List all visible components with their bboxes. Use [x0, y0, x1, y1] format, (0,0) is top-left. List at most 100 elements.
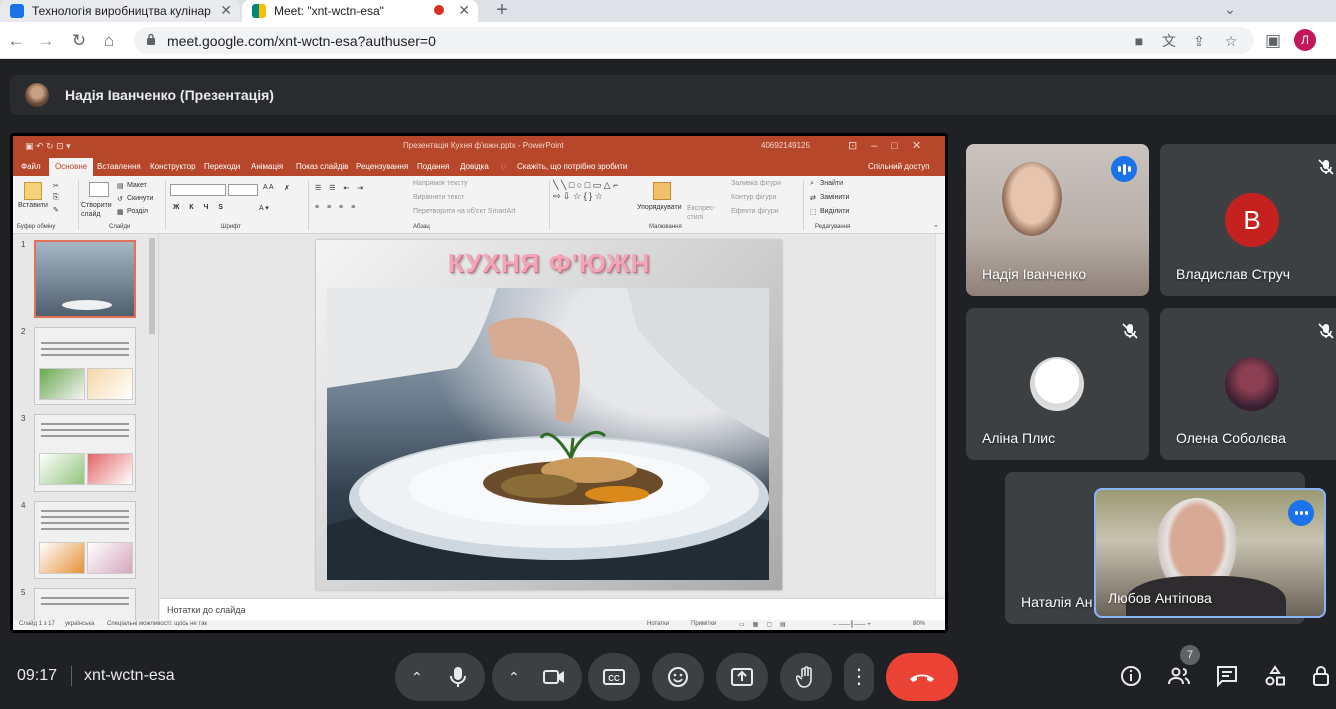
- participant-tile-1[interactable]: Надія Іванченко: [966, 144, 1149, 296]
- convert-smartart-button[interactable]: Перетворити на об'єкт SmartArt: [413, 208, 516, 215]
- leave-call-button[interactable]: [886, 653, 958, 701]
- quick-styles-button[interactable]: Експрес-стилі: [687, 204, 717, 222]
- zoom-level[interactable]: 80%: [913, 621, 925, 627]
- section-button[interactable]: Розділ: [127, 208, 148, 215]
- slide-thumbnail-3[interactable]: [34, 414, 136, 492]
- captions-button[interactable]: CC: [588, 653, 640, 701]
- home-icon[interactable]: ⌂: [98, 30, 120, 52]
- quick-access-toolbar-icon[interactable]: ▣ ↶ ↻ ⊡ ▾: [25, 141, 71, 152]
- new-slide-icon[interactable]: [89, 182, 109, 197]
- tell-me-search[interactable]: Скажіть, що потрібно зробити: [517, 162, 627, 171]
- language-indicator[interactable]: українська: [65, 621, 95, 627]
- meeting-info-icon[interactable]: [1119, 664, 1143, 688]
- translate-icon[interactable]: 文: [1160, 32, 1178, 50]
- bookmark-star-icon[interactable]: ☆: [1222, 32, 1240, 50]
- font-color-icon[interactable]: A ▾: [259, 204, 269, 212]
- arrange-icon[interactable]: [653, 182, 671, 200]
- comments-toggle[interactable]: Примітки: [691, 621, 716, 627]
- paste-clipboard-icon[interactable]: [24, 182, 42, 200]
- menu-home[interactable]: Основне: [49, 158, 94, 176]
- find-button[interactable]: Знайти: [820, 180, 843, 187]
- activities-icon[interactable]: [1263, 664, 1287, 688]
- chat-icon[interactable]: [1215, 664, 1239, 688]
- tab-search-chevron-icon[interactable]: ⌄: [1218, 0, 1242, 20]
- address-bar[interactable]: meet.google.com/xnt-wctn-esa?authuser=0 …: [134, 27, 1254, 54]
- host-controls-lock-icon[interactable]: [1311, 664, 1333, 688]
- accessibility-indicator[interactable]: Спеціальні можливості: щось не так: [107, 621, 207, 627]
- forward-arrow-icon[interactable]: →: [35, 30, 57, 52]
- close-tab-icon[interactable]: ✕: [220, 2, 232, 19]
- cut-icon[interactable]: ✂: [53, 182, 59, 190]
- browser-tab-2[interactable]: Meet: "xnt-wctn-esa" ✕: [242, 0, 478, 22]
- new-tab-button[interactable]: +: [490, 0, 514, 22]
- menu-insert[interactable]: Вставлення: [97, 162, 141, 171]
- participant-tile-3[interactable]: Аліна Плис: [966, 308, 1149, 460]
- shape-effects-button[interactable]: Ефекти фігури: [731, 208, 779, 215]
- reload-icon[interactable]: ↻: [68, 30, 90, 52]
- participant-name: Олена Соболєва: [1176, 430, 1286, 446]
- menu-help[interactable]: Довідка: [460, 162, 489, 171]
- list-icons[interactable]: ☰ ☰ ⇤ ⇥: [315, 184, 366, 192]
- share-icon[interactable]: ⇪: [1190, 32, 1208, 50]
- audio-options-chevron-icon[interactable]: ⌃: [411, 669, 423, 686]
- shape-fill-button[interactable]: Заливка фігури: [731, 180, 781, 187]
- people-icon[interactable]: [1167, 664, 1191, 688]
- window-controls-icon[interactable]: ⊡–□✕: [848, 139, 935, 152]
- share-button[interactable]: Спільний доступ: [868, 162, 930, 171]
- font-grow-shrink-icon[interactable]: A A: [263, 184, 274, 191]
- raise-hand-button[interactable]: [780, 653, 832, 701]
- slide-vertical-scrollbar[interactable]: [935, 234, 945, 596]
- self-view-tile[interactable]: Любов Антіпова: [1094, 488, 1326, 618]
- clear-format-icon[interactable]: ✗: [284, 184, 290, 192]
- zoom-slider[interactable]: – ——┃—— +: [833, 621, 871, 628]
- layout-button[interactable]: Макет: [127, 182, 147, 189]
- lightbulb-icon: ◌: [501, 162, 506, 171]
- align-text-button[interactable]: Вирівняти текст: [413, 194, 464, 201]
- paste-button[interactable]: Вставити: [18, 202, 48, 209]
- reactions-button[interactable]: [652, 653, 704, 701]
- microphone-icon[interactable]: [449, 666, 467, 688]
- participant-tile-2[interactable]: В Владислав Струч: [1160, 144, 1336, 296]
- participant-tile-4[interactable]: Олена Соболєва: [1160, 308, 1336, 460]
- thumbnail-scrollbar[interactable]: [149, 238, 155, 334]
- shapes-gallery-icon[interactable]: ╲ ╲ □ ○ □ ▭ △ ⌐ ⇨ ⇩ ☆ { } ☆: [553, 180, 628, 202]
- reset-button[interactable]: Скинути: [127, 195, 154, 202]
- camera-in-use-icon[interactable]: ■: [1130, 32, 1148, 50]
- collapse-ribbon-icon[interactable]: ⌃: [933, 224, 939, 232]
- present-now-button[interactable]: [716, 653, 768, 701]
- menu-animations[interactable]: Анімація: [251, 162, 283, 171]
- video-options-chevron-icon[interactable]: ⌃: [508, 669, 520, 686]
- menu-design[interactable]: Конструктор: [150, 162, 196, 171]
- shape-outline-button[interactable]: Контур фігури: [731, 194, 776, 201]
- font-family-select[interactable]: [170, 184, 226, 196]
- slide-thumbnail-2[interactable]: [34, 327, 136, 405]
- arrange-button[interactable]: Упорядкувати: [637, 204, 682, 211]
- view-mode-icons[interactable]: ▭▦▢▤: [739, 621, 794, 628]
- browser-tab-1[interactable]: Технологія виробництва кулінар ✕: [0, 0, 240, 22]
- format-painter-icon[interactable]: ✎: [53, 206, 59, 214]
- font-size-select[interactable]: [228, 184, 258, 196]
- slide-thumbnail-1[interactable]: [34, 240, 136, 318]
- replace-button[interactable]: Замінити: [820, 194, 849, 201]
- new-slide-button[interactable]: Створити слайд: [81, 201, 119, 219]
- notes-pane[interactable]: Нотатки до слайда: [160, 598, 945, 620]
- side-panel-icon[interactable]: ▣: [1262, 30, 1284, 52]
- text-direction-button[interactable]: Напрямок тексту: [413, 180, 468, 187]
- copy-icon[interactable]: ⎘: [53, 194, 59, 202]
- menu-review[interactable]: Рецензування: [356, 162, 408, 171]
- back-arrow-icon[interactable]: ←: [5, 30, 27, 52]
- menu-slideshow[interactable]: Показ слайдів: [296, 162, 348, 171]
- align-icons[interactable]: ≡ ≡ ≡ ≡: [315, 204, 358, 211]
- profile-avatar[interactable]: Л: [1294, 29, 1316, 51]
- font-style-icons[interactable]: Ж К Ч S: [173, 204, 227, 211]
- menu-view[interactable]: Подання: [417, 162, 449, 171]
- slide-thumbnail-4[interactable]: [34, 501, 136, 579]
- select-button[interactable]: Виділити: [820, 208, 849, 215]
- more-options-button[interactable]: ⋮: [844, 653, 874, 701]
- notes-toggle[interactable]: Нотатки: [647, 621, 669, 627]
- menu-file[interactable]: Файл: [21, 162, 41, 171]
- camera-icon[interactable]: [542, 668, 566, 686]
- slide-thumbnail-5[interactable]: [34, 588, 136, 620]
- menu-transitions[interactable]: Переходи: [204, 162, 240, 171]
- close-tab-icon[interactable]: ✕: [458, 2, 470, 19]
